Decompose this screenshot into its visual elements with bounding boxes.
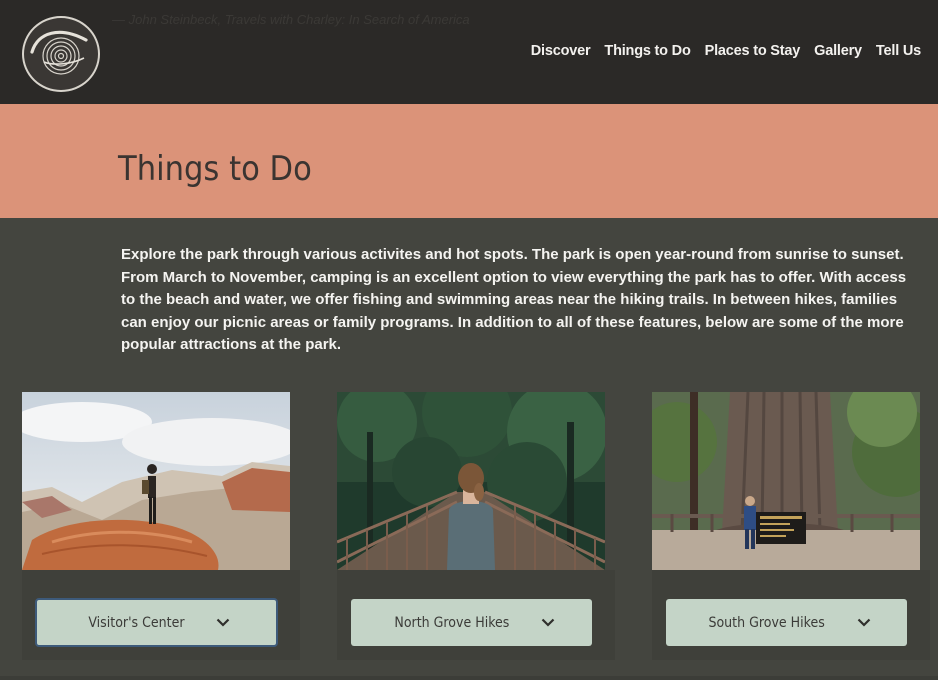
ghost-quote: — John Steinbeck, Travels with Charley: … [112,12,470,27]
giant-sequoia-photo [652,392,920,570]
chevron-down-icon [541,618,555,627]
south-grove-toggle[interactable]: South Grove Hikes [666,599,907,646]
nav-places-to-stay[interactable]: Places to Stay [705,43,801,59]
intro-paragraph: Explore the park through various activit… [121,246,907,353]
main-nav: Discover Things to Do Places to Stay Gal… [531,43,921,59]
page-title: Things to Do [118,149,312,189]
nav-discover[interactable]: Discover [531,43,591,59]
page-banner: Things to Do [0,104,938,218]
attraction-card-north-grove: North Grove Hikes [337,392,615,660]
card-label: Visitor's Center [88,614,185,631]
attraction-card-visitors-center: Visitor's Center [22,392,300,660]
nav-things-to-do[interactable]: Things to Do [604,43,690,59]
park-logo[interactable] [22,16,100,92]
bridge-forest-photo [337,392,605,570]
visitors-center-toggle[interactable]: Visitor's Center [35,598,278,647]
site-header: — John Steinbeck, Travels with Charley: … [0,0,938,104]
card-label: North Grove Hikes [394,614,509,631]
nav-gallery[interactable]: Gallery [814,43,862,59]
hiker-on-rock-photo [22,392,290,570]
attraction-card-south-grove: South Grove Hikes [652,392,930,660]
north-grove-toggle[interactable]: North Grove Hikes [351,599,592,646]
page-bottom-divider [0,676,938,680]
nav-tell-us[interactable]: Tell Us [876,43,921,59]
chevron-down-icon [216,618,230,627]
chevron-down-icon [857,618,871,627]
card-label: South Grove Hikes [708,614,825,631]
